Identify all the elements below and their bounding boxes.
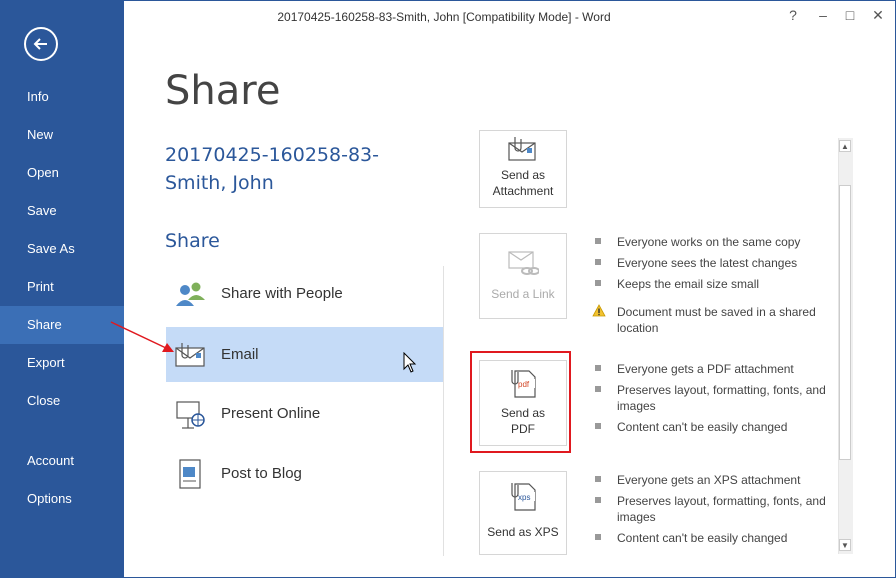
send-as-attachment-button[interactable]: Send as Attachment bbox=[479, 130, 567, 208]
nav-label: New bbox=[27, 127, 54, 142]
send-as-xps-button[interactable]: xps Send as XPS bbox=[479, 471, 567, 555]
vertical-divider bbox=[443, 266, 444, 556]
back-button[interactable] bbox=[24, 27, 58, 61]
nav-label: Share bbox=[27, 317, 62, 332]
option-label: Share with People bbox=[221, 285, 343, 302]
nav-export[interactable]: Export bbox=[0, 344, 124, 382]
nav-label: Print bbox=[27, 279, 54, 294]
pdf-bullet-text: Content can't be easily changed bbox=[617, 420, 788, 434]
minimize-button[interactable]: – bbox=[811, 4, 835, 26]
xps-badge: xps bbox=[518, 493, 530, 502]
nav-label: Account bbox=[27, 453, 74, 468]
maximize-button[interactable]: □ bbox=[838, 4, 862, 26]
xps-bullet-text: Everyone gets an XPS attachment bbox=[617, 473, 801, 487]
backstage-sidebar: Info New Open Save Save As Print Share E… bbox=[0, 0, 124, 578]
page-title: Share bbox=[165, 68, 281, 114]
xps-bullet-text: Preserves layout, formatting, fonts, and… bbox=[617, 494, 826, 524]
nav-open[interactable]: Open bbox=[0, 154, 124, 192]
nav-close[interactable]: Close bbox=[0, 382, 124, 420]
nav-label: Open bbox=[27, 165, 59, 180]
annotation-arrow-icon bbox=[110, 321, 174, 352]
nav-options[interactable]: Options bbox=[0, 480, 124, 518]
bullet bbox=[595, 386, 601, 392]
email-icon bbox=[175, 343, 205, 367]
xps-icon: xps bbox=[511, 483, 536, 511]
warning-icon bbox=[592, 304, 606, 317]
nav-label: Close bbox=[27, 393, 61, 408]
bullet bbox=[595, 423, 601, 429]
link-bullet-text: Everyone sees the latest changes bbox=[617, 256, 798, 270]
pdf-badge: pdf bbox=[518, 380, 530, 389]
option-label: Email bbox=[221, 346, 259, 363]
nav-save-as[interactable]: Save As bbox=[0, 230, 124, 268]
nav-label: Save As bbox=[27, 241, 75, 256]
back-arrow-icon bbox=[33, 38, 47, 50]
help-button[interactable]: ? bbox=[781, 4, 805, 26]
present-online-icon bbox=[176, 401, 205, 429]
tile-label: Send as bbox=[500, 406, 546, 420]
pdf-bullet-text: Preserves layout, formatting, fonts, and… bbox=[617, 383, 826, 413]
tile-label: Attachment bbox=[492, 184, 554, 198]
bullet bbox=[595, 259, 601, 265]
bullet bbox=[595, 365, 601, 371]
option-label: Present Online bbox=[221, 405, 321, 422]
document-name: 20170425-160258-83-Smith, John bbox=[165, 144, 379, 194]
scroll-down-arrow-icon[interactable]: ▼ bbox=[839, 539, 851, 551]
bullet bbox=[595, 476, 601, 482]
link-bullet-text: Everyone works on the same copy bbox=[617, 235, 801, 249]
nav-label: Save bbox=[27, 203, 57, 218]
bullet bbox=[595, 534, 601, 540]
option-label: Post to Blog bbox=[221, 465, 302, 482]
bullet bbox=[595, 280, 601, 286]
bullet bbox=[595, 497, 601, 503]
window-title: 20170425-160258-83-Smith, John [Compatib… bbox=[277, 10, 611, 24]
tile-label: Send as XPS bbox=[487, 525, 559, 539]
pdf-icon: pdf bbox=[511, 370, 536, 398]
tile-label: PDF bbox=[511, 422, 535, 436]
tile-label: Send as bbox=[500, 168, 546, 182]
link-warning-text: Document must be saved in a shared locat… bbox=[617, 305, 816, 335]
nav-info[interactable]: Info bbox=[0, 78, 124, 116]
scrollbar-thumb[interactable] bbox=[839, 185, 851, 460]
attachment-icon bbox=[508, 137, 536, 161]
nav-new[interactable]: New bbox=[0, 116, 124, 154]
scroll-up-arrow-icon[interactable]: ▲ bbox=[839, 140, 851, 152]
option-email[interactable]: Email bbox=[166, 327, 443, 382]
nav-print[interactable]: Print bbox=[0, 268, 124, 306]
nav-label: Export bbox=[27, 355, 65, 370]
send-as-pdf-button[interactable]: pdf Send as PDF bbox=[479, 360, 567, 446]
mouse-cursor-icon bbox=[403, 352, 417, 373]
bullet bbox=[595, 238, 601, 244]
share-section-heading: Share bbox=[165, 230, 220, 252]
close-button[interactable]: ✕ bbox=[866, 4, 890, 26]
tile-label: Send a Link bbox=[491, 287, 555, 301]
link-bullet-text: Keeps the email size small bbox=[617, 277, 760, 291]
nav-save[interactable]: Save bbox=[0, 192, 124, 230]
link-icon bbox=[508, 251, 539, 275]
send-a-link-button[interactable]: Send a Link bbox=[479, 233, 567, 319]
option-post-to-blog[interactable]: Post to Blog bbox=[166, 446, 443, 501]
nav-label: Info bbox=[27, 89, 49, 104]
nav-label: Options bbox=[27, 491, 72, 506]
nav-share[interactable]: Share bbox=[0, 306, 124, 344]
option-present-online[interactable]: Present Online bbox=[166, 386, 443, 441]
blog-icon bbox=[179, 459, 201, 489]
option-share-with-people[interactable]: Share with People bbox=[166, 266, 443, 321]
pdf-bullet-text: Everyone gets a PDF attachment bbox=[617, 362, 794, 376]
people-icon bbox=[176, 282, 205, 306]
nav-account[interactable]: Account bbox=[0, 442, 124, 480]
xps-bullet-text: Content can't be easily changed bbox=[617, 531, 788, 545]
